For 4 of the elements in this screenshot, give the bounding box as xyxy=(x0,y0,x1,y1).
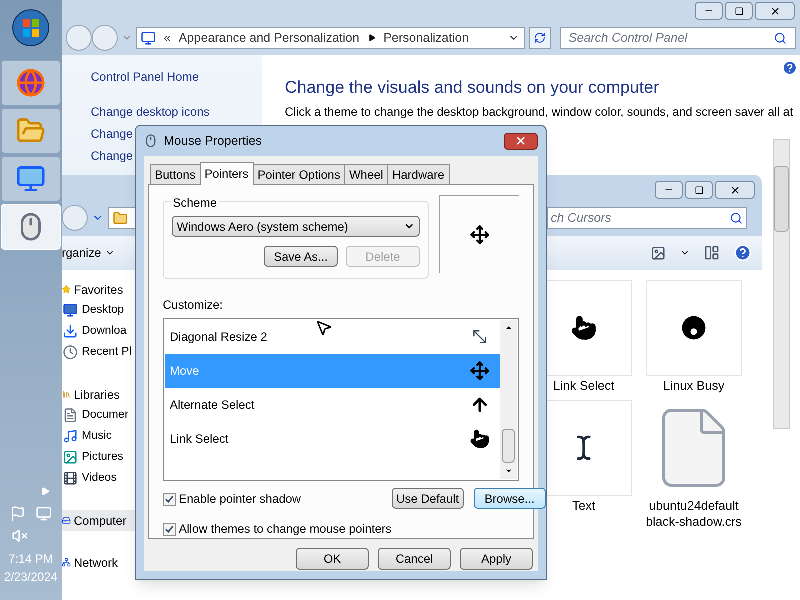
page-description: Click a theme to change the desktop background, window color, sounds, and screen saver all at xyxy=(285,104,794,118)
page-heading: Change the visuals and sounds on your computer xyxy=(285,77,660,99)
dialog-title: Mouse Properties xyxy=(164,132,263,150)
customize-label: Customize: xyxy=(163,297,224,314)
